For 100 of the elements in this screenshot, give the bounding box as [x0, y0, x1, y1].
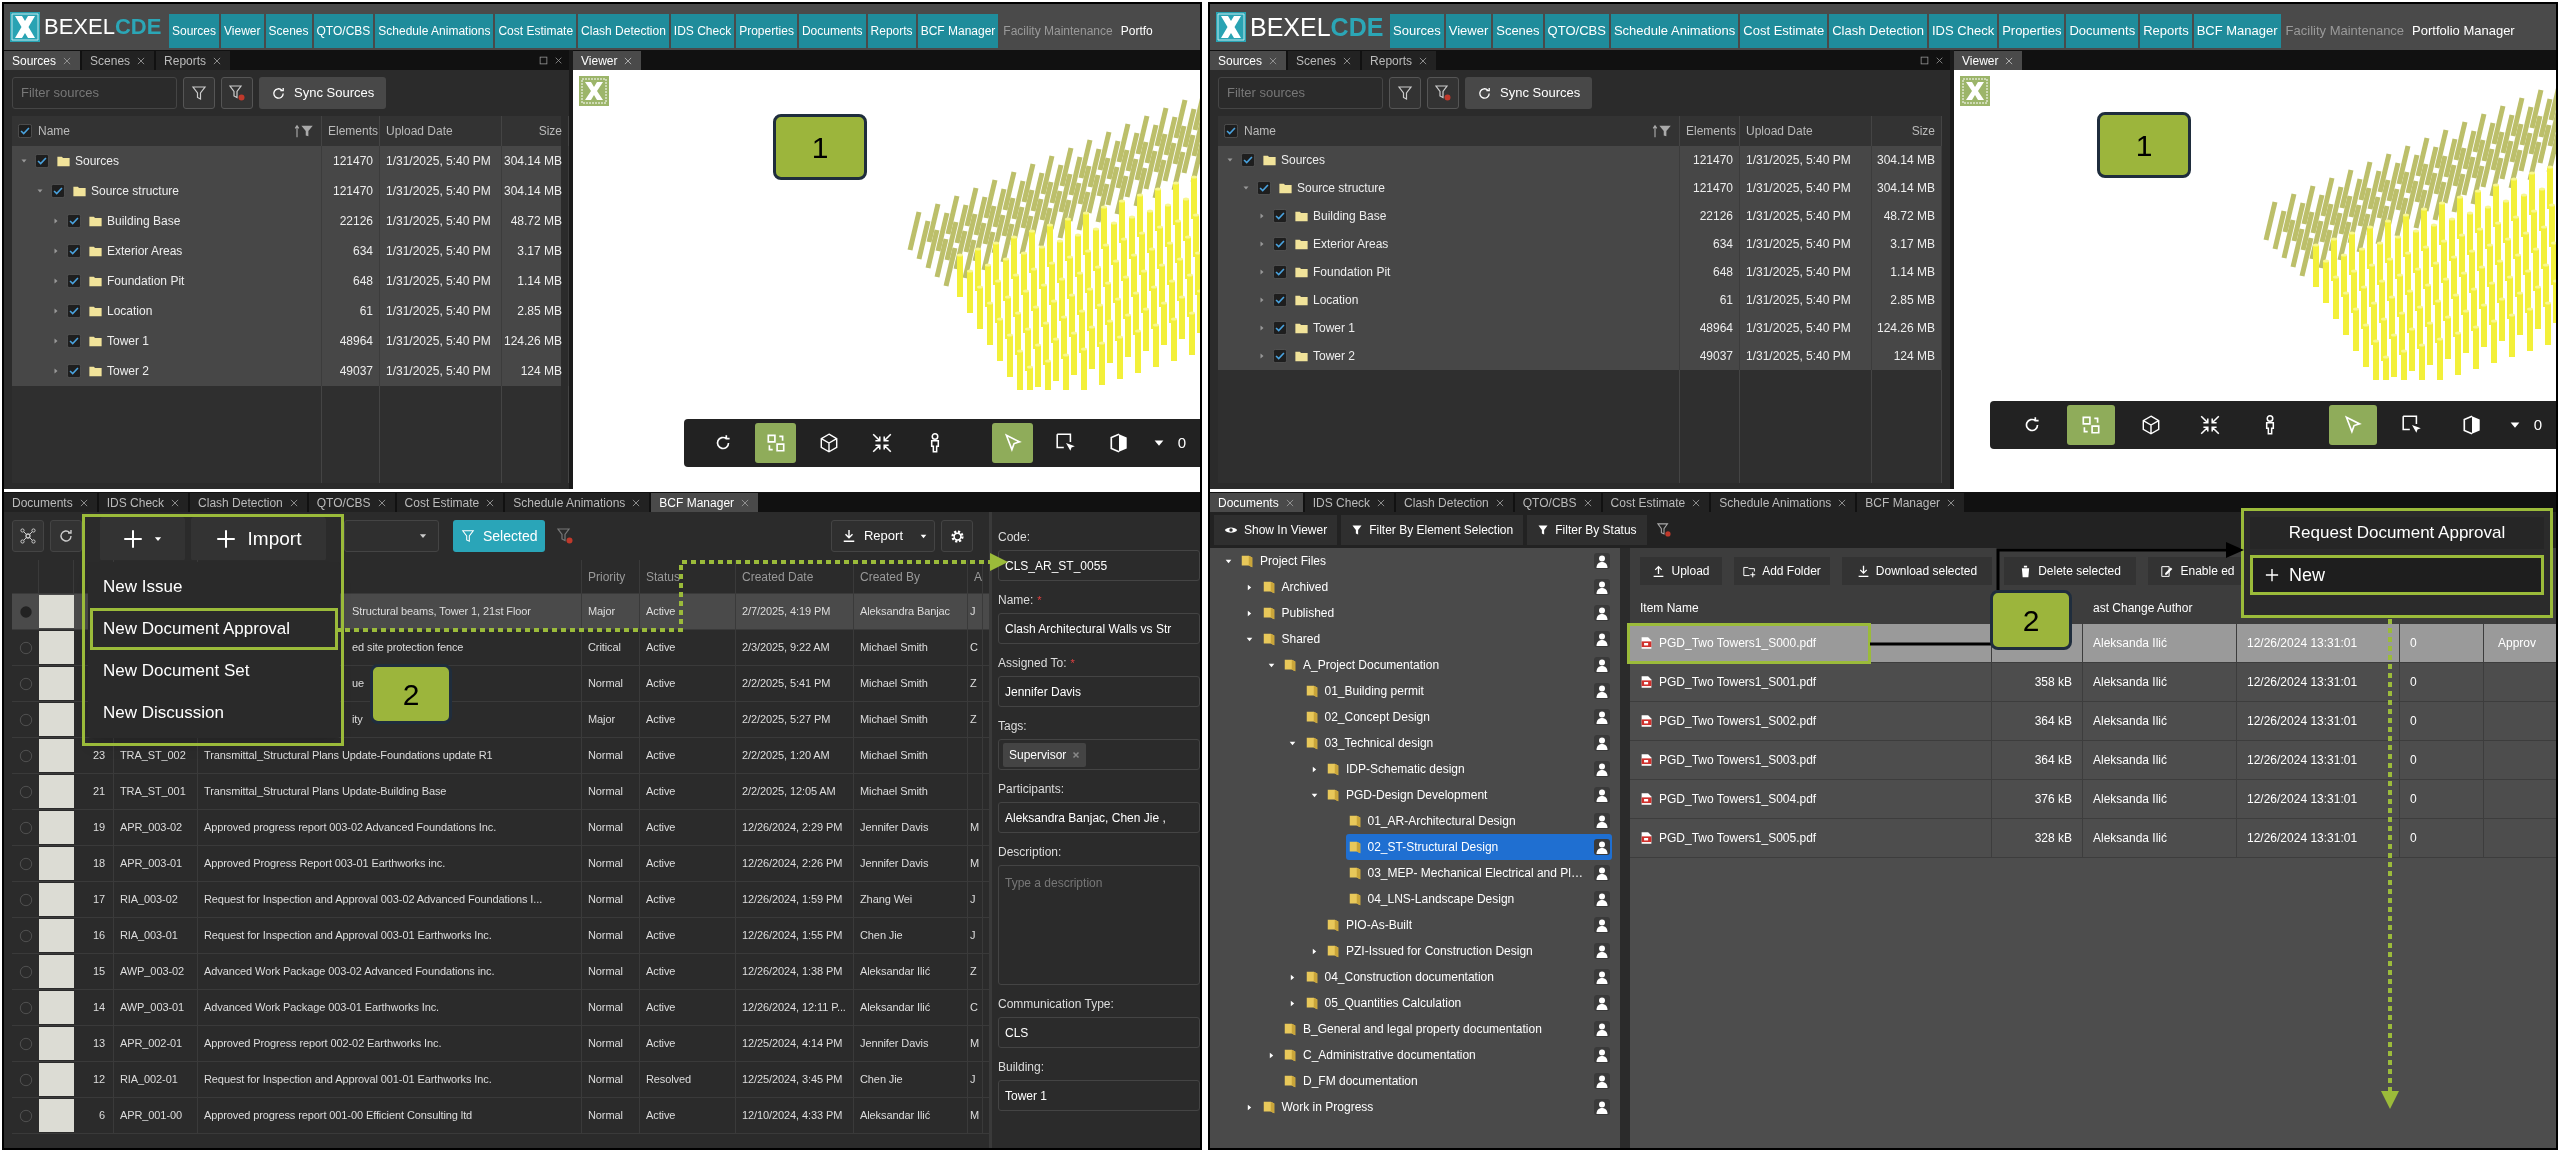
panel-tab[interactable]: Sources [4, 51, 81, 70]
sync-button[interactable]: Sync Sources [1465, 77, 1593, 109]
close-icon[interactable] [740, 497, 751, 508]
module-tab[interactable]: Cost Estimate [1740, 14, 1828, 48]
tree-item[interactable]: Published [1259, 600, 1612, 626]
file-name[interactable]: PGD_Two Towers1_S004.pdf [1659, 790, 1817, 808]
close-icon[interactable] [485, 497, 496, 508]
tree-item[interactable]: Exterior Areas [1313, 235, 1389, 253]
tree-item[interactable]: Foundation Pit [1313, 263, 1391, 281]
panel-tab[interactable]: Clash Detection [190, 493, 307, 512]
user-icon[interactable] [1594, 631, 1610, 647]
module-tab[interactable]: Schedule Animations [1610, 14, 1739, 48]
tree-item[interactable]: 01_Building permit [1302, 678, 1612, 704]
module-tab[interactable]: Scenes [1493, 14, 1543, 48]
hierarchy-button[interactable] [12, 520, 44, 552]
tree-item[interactable]: Location [107, 302, 153, 320]
refresh-button[interactable] [50, 520, 82, 552]
input-field[interactable]: Tower 1 [998, 1080, 1200, 1111]
tree-item[interactable]: 04_LNS-Landscape Design [1345, 886, 1612, 912]
tree-item[interactable]: B_General and legal property documentation [1281, 1016, 1612, 1042]
panel-tab[interactable]: Scenes [82, 51, 155, 70]
tree-item[interactable]: D_FM documentation [1281, 1068, 1612, 1094]
checkbox[interactable] [35, 154, 49, 168]
module-tab[interactable]: Scenes [265, 14, 312, 48]
file-row[interactable]: PGD_Two Towers1_S004.pdf 376 kB Aleksanda Ilić 12/26/2024 13:31:01 0 [1630, 780, 2556, 819]
close-icon[interactable] [1582, 497, 1593, 508]
tree-item[interactable]: Tower 2 [107, 362, 150, 380]
menu-item[interactable]: New Issue [90, 566, 338, 608]
tool-button[interactable] [755, 423, 797, 463]
user-icon[interactable] [1594, 761, 1610, 777]
radio-button[interactable] [18, 712, 33, 727]
module-tab[interactable]: Viewer [221, 14, 264, 48]
radio-button[interactable] [18, 784, 33, 799]
radio-button[interactable] [18, 856, 33, 871]
user-icon[interactable] [1594, 995, 1610, 1011]
input-field[interactable]: CLS_AR_ST_0055 [998, 550, 1200, 581]
user-icon[interactable] [1594, 813, 1610, 829]
checkbox[interactable] [67, 244, 81, 258]
close-icon[interactable] [1376, 497, 1387, 508]
expand-arrow-icon[interactable] [1245, 608, 1254, 618]
checkbox[interactable] [51, 184, 65, 198]
module-tab[interactable]: QTO/CBS [313, 14, 374, 48]
close-icon[interactable] [1946, 497, 1957, 508]
user-icon[interactable] [1594, 891, 1610, 907]
radio-button[interactable] [18, 1072, 33, 1087]
tree-item[interactable]: Foundation Pit [107, 272, 185, 290]
panel-tab[interactable]: IDS Check [98, 493, 189, 512]
tree-item[interactable]: Source structure [91, 182, 180, 200]
module-tab[interactable]: IDS Check [1929, 14, 1998, 48]
checkbox[interactable] [1224, 124, 1238, 138]
checkbox[interactable] [67, 274, 81, 288]
radio-button[interactable] [18, 1108, 33, 1123]
checkbox[interactable] [67, 334, 81, 348]
close-icon[interactable] [1284, 497, 1295, 508]
tree-item[interactable]: Source structure [1297, 179, 1386, 197]
radio-button[interactable] [18, 640, 33, 655]
checkbox[interactable] [1273, 293, 1287, 307]
tree-item[interactable]: 05_Quantities Calculation [1302, 990, 1612, 1016]
checkbox[interactable] [1273, 321, 1287, 335]
tree-item[interactable]: Building Base [107, 212, 181, 230]
radio-button[interactable] [18, 676, 33, 691]
filter-button[interactable] [1389, 77, 1421, 109]
close-icon[interactable] [288, 497, 299, 508]
file-row[interactable]: PGD_Two Towers1_S003.pdf 364 kB Aleksanda Ilić 12/26/2024 13:31:01 0 [1630, 741, 2556, 780]
tree-item[interactable]: 04_Construction documentation [1302, 964, 1612, 990]
toolbar-button[interactable]: Filter By Status [1527, 515, 1647, 545]
close-icon[interactable] [62, 55, 73, 66]
tree-item[interactable]: 03_Technical design [1302, 730, 1612, 756]
close-icon[interactable] [1418, 55, 1429, 66]
input-field[interactable]: Jennifer Davis [998, 676, 1200, 707]
close-icon[interactable] [136, 55, 147, 66]
expand-arrow-icon[interactable] [1288, 998, 1297, 1008]
close-icon[interactable] [1837, 497, 1848, 508]
file-row[interactable]: PGD_Two Towers1_S005.pdf 328 kB Aleksanda Ilić 12/26/2024 13:31:01 0 [1630, 819, 2556, 858]
tree-item[interactable]: Exterior Areas [107, 242, 183, 260]
close-icon[interactable] [1935, 55, 1944, 65]
filter-button[interactable] [183, 77, 215, 109]
checkbox[interactable] [67, 364, 81, 378]
user-icon[interactable] [1594, 1021, 1610, 1037]
tree-item[interactable]: Shared [1259, 626, 1612, 652]
expand-arrow-icon[interactable] [1288, 972, 1297, 982]
panel-tab[interactable]: Viewer [1954, 51, 2023, 70]
expand-arrow-icon[interactable] [1245, 582, 1254, 592]
panel-tab[interactable]: BCF Manager [1857, 493, 1965, 512]
expand-arrow-icon[interactable] [1245, 1102, 1254, 1112]
tool-button[interactable] [992, 423, 1034, 463]
file-name[interactable]: PGD_Two Towers1_S003.pdf [1659, 751, 1817, 769]
module-tab[interactable]: QTO/CBS [1544, 14, 1609, 48]
sync-button[interactable]: Sync Sources [259, 77, 387, 109]
radio-button[interactable] [18, 964, 33, 979]
module-tab[interactable]: IDS Check [670, 14, 735, 48]
tree-item[interactable]: 02_ST-Structural Design [1345, 834, 1612, 860]
user-icon[interactable] [1594, 1099, 1610, 1115]
close-icon[interactable] [2004, 55, 2015, 66]
user-icon[interactable] [1594, 579, 1610, 595]
file-name[interactable]: PGD_Two Towers1_S002.pdf [1659, 712, 1817, 730]
user-icon[interactable] [1594, 683, 1610, 699]
tree-item[interactable]: Archived [1259, 574, 1612, 600]
module-tab[interactable]: BCF Manager [2193, 14, 2281, 48]
close-icon[interactable] [1691, 497, 1702, 508]
